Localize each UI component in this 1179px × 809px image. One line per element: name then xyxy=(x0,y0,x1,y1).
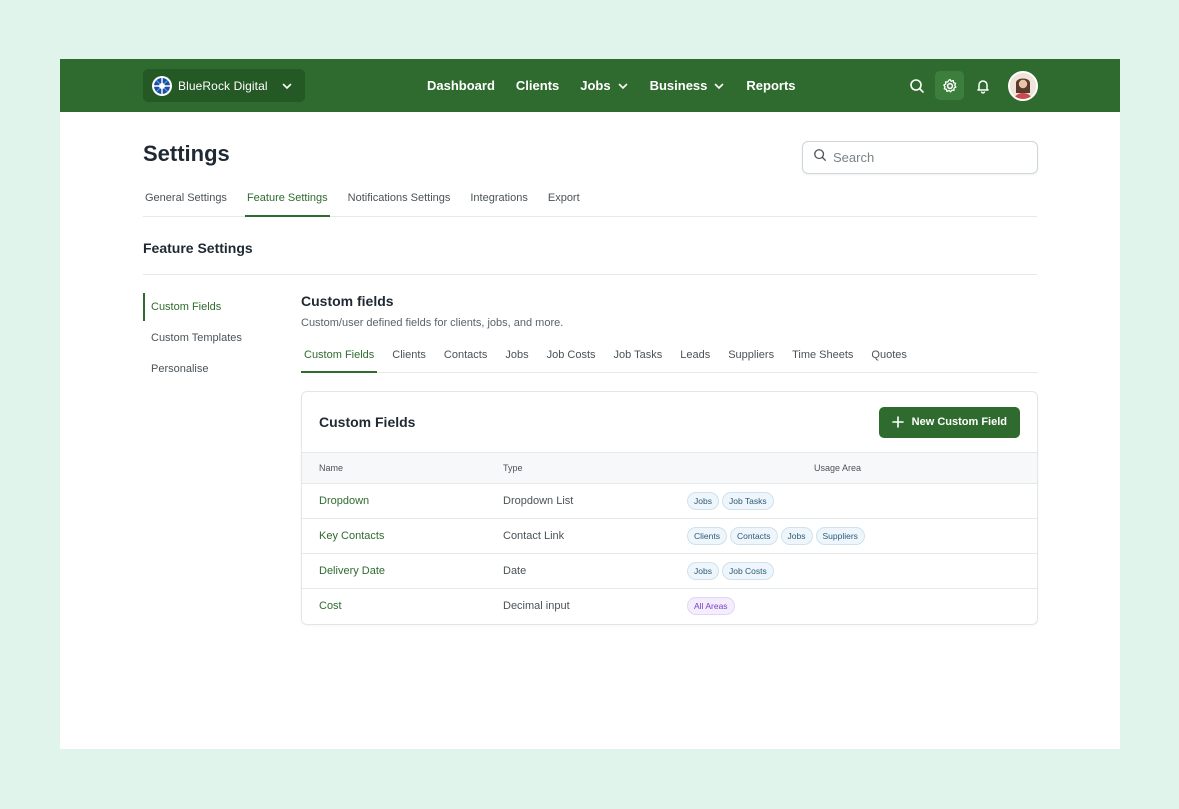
sidebar-item-custom-fields[interactable]: Custom Fields xyxy=(143,293,273,321)
subtab-quotes[interactable]: Quotes xyxy=(868,342,909,373)
subtab-clients[interactable]: Clients xyxy=(389,342,429,373)
field-type: Date xyxy=(486,553,670,589)
new-custom-field-button[interactable]: New Custom Field xyxy=(878,406,1020,438)
usage-area-cell: Jobs Job Costs xyxy=(670,553,1037,589)
app-window: BlueRock Digital Dashboard Clients Jobs … xyxy=(60,59,1120,749)
subtab-job-tasks[interactable]: Job Tasks xyxy=(611,342,666,373)
usage-area-cell: Jobs Job Tasks xyxy=(670,483,1037,519)
tab-integrations[interactable]: Integrations xyxy=(468,185,529,217)
field-name[interactable]: Key Contacts xyxy=(302,518,486,554)
tab-notifications-settings[interactable]: Notifications Settings xyxy=(346,185,453,217)
table-header-row: Name Type Usage Area xyxy=(302,452,1037,484)
usage-tag: Contacts xyxy=(729,527,778,545)
field-type: Dropdown List xyxy=(486,483,670,519)
sidebar-item-personalise[interactable]: Personalise xyxy=(143,355,273,383)
subtab-custom-fields[interactable]: Custom Fields xyxy=(301,342,378,373)
table-row[interactable]: Key Contacts Contact Link Clients Contact… xyxy=(302,518,1037,554)
nav-dashboard[interactable]: Dashboard xyxy=(427,78,495,93)
usage-area-cell: All Areas xyxy=(670,589,1037,624)
nav-clients[interactable]: Clients xyxy=(516,78,559,93)
chevron-down-icon xyxy=(617,80,629,92)
table-row[interactable]: Dropdown Dropdown List Jobs Job Tasks xyxy=(302,483,1037,519)
subtab-contacts[interactable]: Contacts xyxy=(441,342,490,373)
section-title: Feature Settings xyxy=(143,240,253,256)
usage-tag: Jobs xyxy=(780,527,813,545)
button-label: New Custom Field xyxy=(911,416,1007,428)
nav-business[interactable]: Business xyxy=(650,78,726,93)
usage-tag: Job Tasks xyxy=(721,492,774,510)
card-title: Custom Fields xyxy=(319,414,416,430)
gear-icon[interactable] xyxy=(935,71,964,100)
subtab-leads[interactable]: Leads xyxy=(677,342,713,373)
field-name[interactable]: Delivery Date xyxy=(302,553,486,589)
feature-sidebar: Custom Fields Custom Templates Personali… xyxy=(143,293,273,386)
usage-tag: Clients xyxy=(687,527,727,545)
field-type: Contact Link xyxy=(486,518,670,554)
custom-fields-card: Custom Fields New Custom Field Name Type… xyxy=(301,391,1038,625)
search-icon[interactable] xyxy=(902,71,931,100)
entity-tabs: Custom Fields Clients Contacts Jobs Job … xyxy=(301,342,1038,373)
main-nav: Dashboard Clients Jobs Business Reports xyxy=(427,59,817,112)
content-title: Custom fields xyxy=(301,293,394,309)
nav-label: Dashboard xyxy=(427,78,495,93)
column-header-type[interactable]: Type xyxy=(486,452,670,484)
search-input[interactable] xyxy=(833,150,1013,165)
custom-fields-table: Name Type Usage Area Dropdown Dropdown L… xyxy=(302,452,1037,624)
subtab-time-sheets[interactable]: Time Sheets xyxy=(789,342,856,373)
top-navbar: BlueRock Digital Dashboard Clients Jobs … xyxy=(60,59,1120,112)
page-title: Settings xyxy=(143,141,230,166)
sidebar-item-custom-templates[interactable]: Custom Templates xyxy=(143,324,273,352)
usage-tag: Jobs xyxy=(687,562,719,580)
workspace-logo-icon xyxy=(152,75,172,96)
usage-tag: Job Costs xyxy=(721,562,774,580)
tab-export[interactable]: Export xyxy=(546,185,582,217)
nav-label: Business xyxy=(649,78,708,93)
column-header-usage-area[interactable]: Usage Area xyxy=(670,452,1037,484)
usage-tag: Suppliers xyxy=(815,527,865,545)
custom-fields-panel: Custom fields Custom/user defined fields… xyxy=(301,293,1038,625)
nav-label: Clients xyxy=(515,78,560,93)
chevron-down-icon xyxy=(281,79,293,97)
user-avatar[interactable] xyxy=(1008,71,1038,101)
nav-label: Reports xyxy=(746,78,796,93)
subtab-jobs[interactable]: Jobs xyxy=(502,342,531,373)
subtab-suppliers[interactable]: Suppliers xyxy=(725,342,777,373)
field-name[interactable]: Dropdown xyxy=(302,483,486,519)
bell-icon[interactable] xyxy=(968,71,997,100)
table-row[interactable]: Delivery Date Date Jobs Job Costs xyxy=(302,553,1037,589)
divider xyxy=(143,274,1037,275)
chevron-down-icon xyxy=(713,80,725,92)
card-header: Custom Fields New Custom Field xyxy=(302,392,1037,452)
nav-jobs[interactable]: Jobs xyxy=(580,78,628,93)
workspace-name: BlueRock Digital xyxy=(178,78,268,93)
plus-icon xyxy=(891,416,904,428)
field-name[interactable]: Cost xyxy=(302,589,486,624)
content-subtitle: Custom/user defined fields for clients, … xyxy=(301,317,564,329)
column-header-name[interactable]: Name xyxy=(302,452,486,484)
subtab-job-costs[interactable]: Job Costs xyxy=(544,342,599,373)
table-row[interactable]: Cost Decimal input All Areas xyxy=(302,589,1037,624)
usage-area-cell: Clients Contacts Jobs Suppliers xyxy=(670,518,1037,554)
settings-tabs: General Settings Feature Settings Notifi… xyxy=(143,185,1037,217)
search-box[interactable] xyxy=(802,141,1038,174)
usage-tag: All Areas xyxy=(687,597,735,616)
field-type: Decimal input xyxy=(503,600,570,613)
workspace-switcher[interactable]: BlueRock Digital xyxy=(143,69,305,102)
usage-tag: Jobs xyxy=(687,492,719,510)
tab-feature-settings[interactable]: Feature Settings xyxy=(244,185,330,217)
search-icon xyxy=(813,148,827,167)
tab-general-settings[interactable]: General Settings xyxy=(143,185,229,217)
nav-label: Jobs xyxy=(580,78,611,93)
nav-reports[interactable]: Reports xyxy=(746,78,795,93)
